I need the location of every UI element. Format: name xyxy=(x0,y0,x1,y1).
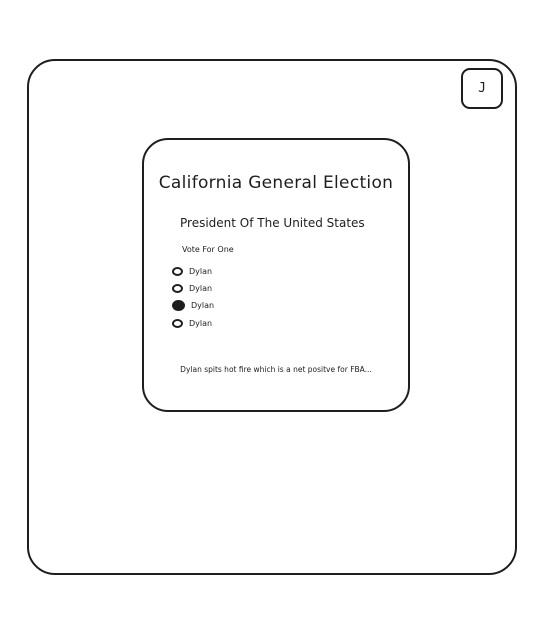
vote-instruction: Vote For One xyxy=(182,245,234,254)
radio-button[interactable] xyxy=(172,299,185,311)
candidate-name: Dylan xyxy=(189,283,213,293)
ballot-card: California General Election President Of… xyxy=(142,138,410,412)
candidate-list: Dylan Dylan Dylan Dylan xyxy=(172,264,214,333)
candidate-name: Dylan xyxy=(189,318,213,328)
candidate-option[interactable]: Dylan xyxy=(172,264,214,278)
race-title: President Of The United States xyxy=(180,216,365,230)
candidate-option[interactable]: Dylan xyxy=(172,298,214,312)
radio-button[interactable] xyxy=(172,318,183,328)
candidate-option[interactable]: Dylan xyxy=(172,316,214,330)
avatar[interactable]: J xyxy=(461,68,503,109)
radio-button[interactable] xyxy=(172,266,183,276)
candidate-option[interactable]: Dylan xyxy=(172,281,214,295)
radio-button[interactable] xyxy=(172,283,183,293)
avatar-initial: J xyxy=(478,81,486,96)
candidate-bio: Dylan spits hot fire which is a net posi… xyxy=(180,365,372,374)
candidate-name: Dylan xyxy=(189,266,213,276)
ballot-title: California General Election xyxy=(158,173,394,193)
candidate-name: Dylan xyxy=(191,300,215,310)
